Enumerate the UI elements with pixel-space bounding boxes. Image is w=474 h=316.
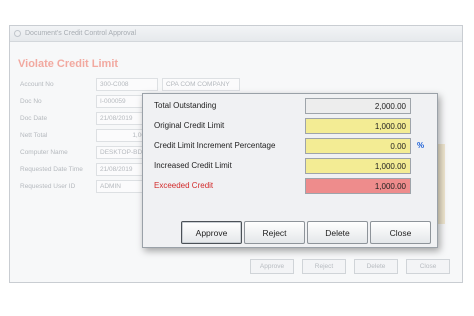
background-close-button[interactable]: Close <box>406 259 450 274</box>
original-credit-limit-label: Original Credit Limit <box>154 121 225 130</box>
requested-user-id-label: Requested User ID <box>20 183 76 190</box>
row-total-outstanding: Total Outstanding 2,000.00 <box>143 98 439 115</box>
background-delete-button[interactable]: Delete <box>354 259 398 274</box>
account-no-field[interactable]: 300-C008 <box>96 78 158 91</box>
app-icon <box>14 30 21 37</box>
doc-date-label: Doc Date <box>20 115 48 122</box>
background-approve-button[interactable]: Approve <box>250 259 294 274</box>
window-title: Document's Credit Control Approval <box>25 30 137 37</box>
reject-button[interactable]: Reject <box>244 221 305 244</box>
side-panel-strip <box>438 144 445 224</box>
total-outstanding-label: Total Outstanding <box>154 101 217 110</box>
page-heading: Violate Credit Limit <box>18 58 119 70</box>
total-outstanding-field[interactable]: 2,000.00 <box>305 98 411 114</box>
approve-button[interactable]: Approve <box>181 221 242 244</box>
background-reject-button[interactable]: Reject <box>302 259 346 274</box>
account-no-label: Account No <box>20 81 54 88</box>
close-button[interactable]: Close <box>370 221 431 244</box>
credit-limit-increment-percentage-label: Credit Limit Increment Percentage <box>154 141 276 150</box>
increased-credit-limit-field[interactable]: 1,000.00 <box>305 158 411 174</box>
nett-total-label: Nett Total <box>20 132 48 139</box>
delete-button[interactable]: Delete <box>307 221 368 244</box>
row-original-credit-limit: Original Credit Limit 1,000.00 <box>143 118 439 135</box>
credit-limit-dialog: Total Outstanding 2,000.00 Original Cred… <box>142 93 438 248</box>
increased-credit-limit-label: Increased Credit Limit <box>154 161 232 170</box>
requested-date-time-label: Requested Date Time <box>20 166 83 173</box>
computer-name-label: Computer Name <box>20 149 68 156</box>
window-titlebar: Document's Credit Control Approval <box>10 26 462 42</box>
dialog-button-bar: Approve Reject Delete Close <box>181 221 431 244</box>
doc-no-label: Doc No <box>20 98 42 105</box>
row-exceeded-credit: Exceeded Credit 1,000.00 <box>143 178 439 195</box>
background-button-bar: Approve Reject Delete Close <box>250 259 450 274</box>
percent-sign: % <box>417 141 425 150</box>
row-credit-limit-increment-percentage: Credit Limit Increment Percentage 0.00 % <box>143 138 439 155</box>
account-name-field[interactable]: CPA COM COMPANY <box>162 78 240 91</box>
exceeded-credit-field[interactable]: 1,000.00 <box>305 178 411 194</box>
original-credit-limit-field[interactable]: 1,000.00 <box>305 118 411 134</box>
credit-limit-increment-percentage-field[interactable]: 0.00 <box>305 138 411 154</box>
row-increased-credit-limit: Increased Credit Limit 1,000.00 <box>143 158 439 175</box>
exceeded-credit-label: Exceeded Credit <box>154 181 214 190</box>
